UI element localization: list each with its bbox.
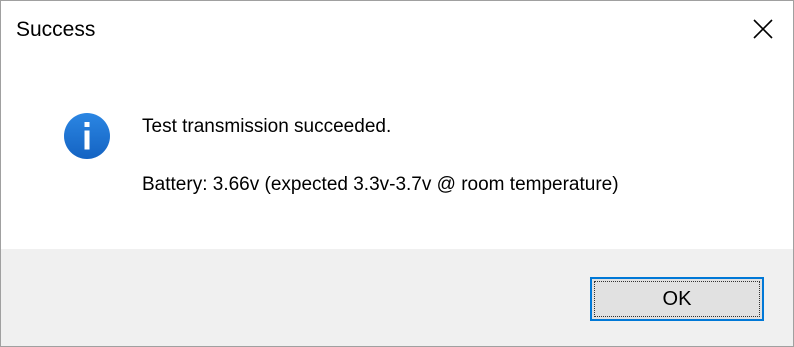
battery-status-text: Battery: 3.66v (expected 3.3v-3.7v @ roo… (142, 174, 619, 195)
ok-button[interactable]: OK (590, 277, 764, 321)
window-title: Success (16, 18, 96, 41)
close-button[interactable] (733, 1, 793, 57)
success-dialog: Success Test transmission succeeded. Bat… (0, 0, 794, 347)
title-bar[interactable]: Success (1, 1, 793, 57)
button-bar: OK (1, 249, 793, 346)
info-icon (64, 113, 110, 159)
message-text: Test transmission succeeded. (142, 116, 392, 137)
close-icon (753, 19, 773, 39)
message-area: Test transmission succeeded. Battery: 3.… (1, 57, 793, 249)
